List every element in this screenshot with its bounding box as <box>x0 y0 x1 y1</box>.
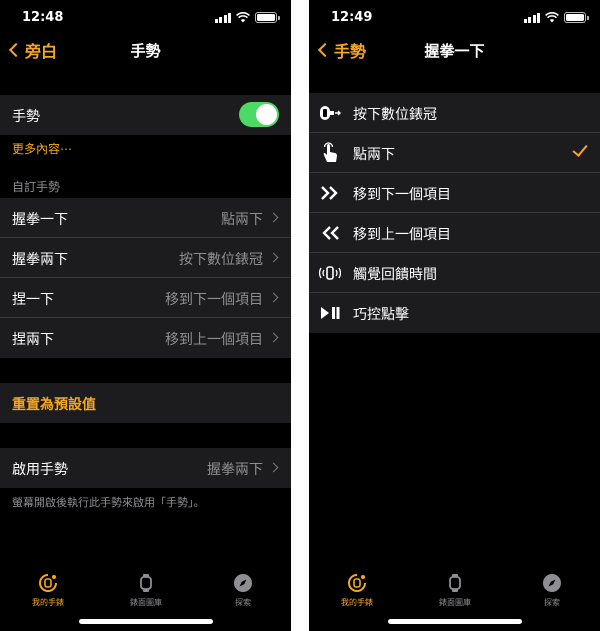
tab-face-gallery[interactable]: 錶面圖庫 <box>106 572 186 608</box>
option-next-item[interactable]: 移到下一個項目 <box>309 173 600 213</box>
enable-gesture-footnote: 螢幕開啟後執行此手勢來啟用「手勢」。 <box>12 496 205 509</box>
tab-label: 探索 <box>235 598 251 607</box>
chevron-right-icon <box>268 212 279 223</box>
back-button-label: 手勢 <box>334 42 367 61</box>
discover-icon <box>234 574 252 592</box>
enable-gesture-value: 握拳兩下 <box>207 462 263 478</box>
more-info-link[interactable]: 更多內容⋯ <box>12 140 72 157</box>
option-double-tap[interactable]: 點兩下 <box>309 133 600 173</box>
status-time: 12:49 <box>331 10 373 25</box>
checkmark-icon <box>572 141 588 157</box>
gestures-settings-screen: 12:48 旁白 手勢 手勢 更多內容⋯ 自訂手勢 握拳一下 點兩下 握拳兩下 … <box>0 0 291 631</box>
gesture-row-pinch-once[interactable]: 捏一下 移到下一個項目 <box>0 278 291 318</box>
gesture-label: 握拳兩下 <box>12 252 68 268</box>
tab-label: 錶面圖庫 <box>439 598 471 607</box>
back-button[interactable]: 旁白 <box>8 38 57 62</box>
navigation-bar: 旁白 手勢 <box>0 36 291 66</box>
navigation-bar: 手勢 握拳一下 <box>309 36 600 66</box>
chevron-right-icon <box>268 332 279 343</box>
custom-gestures-section-header: 自訂手勢 <box>12 180 61 194</box>
tab-label: 我的手錶 <box>32 598 64 607</box>
gesture-row-clench-twice[interactable]: 握拳兩下 按下數位錶冠 <box>0 238 291 278</box>
double-chevron-right-icon <box>319 183 341 203</box>
option-label: 巧控點擊 <box>353 307 409 323</box>
option-label: 按下數位錶冠 <box>353 107 437 123</box>
tab-label: 探索 <box>544 598 560 607</box>
double-chevron-left-icon <box>319 223 341 243</box>
wifi-icon <box>236 12 250 23</box>
digital-crown-icon <box>319 103 341 123</box>
enable-gesture-row[interactable]: 啟用手勢 握拳兩下 <box>0 448 291 488</box>
back-button-label: 旁白 <box>25 42 58 61</box>
tab-discover[interactable]: 探索 <box>203 572 283 608</box>
gesture-row-pinch-twice[interactable]: 捏兩下 移到上一個項目 <box>0 318 291 358</box>
tab-label: 我的手錶 <box>341 598 373 607</box>
my-watch-icon <box>348 574 366 592</box>
option-press-digital-crown[interactable]: 按下數位錶冠 <box>309 93 600 133</box>
gesture-value: 按下數位錶冠 <box>179 252 263 268</box>
gestures-toggle-row: 手勢 <box>0 95 291 135</box>
gesture-label: 捏兩下 <box>12 332 54 348</box>
chevron-left-icon <box>8 42 24 58</box>
face-gallery-icon <box>140 574 152 592</box>
cellular-signal-icon <box>523 13 540 23</box>
gesture-value: 移到上一個項目 <box>165 332 263 348</box>
back-button[interactable]: 手勢 <box>317 38 366 62</box>
enable-gesture-label: 啟用手勢 <box>12 462 68 478</box>
tab-my-watch[interactable]: 我的手錶 <box>8 572 88 608</box>
chevron-right-icon <box>268 292 279 303</box>
action-options-list: 按下數位錶冠 點兩下 移到下一個項目 移到上一個項目 觸覺回饋時間 巧控點擊 <box>309 93 600 333</box>
haptic-icon <box>319 263 341 283</box>
tab-discover[interactable]: 探索 <box>512 572 592 608</box>
play-pause-icon <box>319 303 341 323</box>
tab-label: 錶面圖庫 <box>130 598 162 607</box>
option-haptic-time[interactable]: 觸覺回饋時間 <box>309 253 600 293</box>
wifi-icon <box>545 12 559 23</box>
custom-gestures-list: 握拳一下 點兩下 握拳兩下 按下數位錶冠 捏一下 移到下一個項目 捏兩下 移到上… <box>0 198 291 358</box>
status-time: 12:48 <box>22 10 64 25</box>
gesture-value: 移到下一個項目 <box>165 292 263 308</box>
reset-to-defaults-button[interactable]: 重置為預設值 <box>0 383 291 423</box>
tap-hand-icon <box>319 142 341 163</box>
gesture-value: 點兩下 <box>221 212 263 228</box>
status-bar: 12:48 <box>0 0 291 36</box>
chevron-right-icon <box>268 252 279 263</box>
gesture-label: 握拳一下 <box>12 212 68 228</box>
option-label: 移到下一個項目 <box>353 187 451 203</box>
gesture-label: 捏一下 <box>12 292 54 308</box>
my-watch-icon <box>39 574 57 592</box>
home-indicator <box>78 619 213 624</box>
chevron-left-icon <box>317 42 333 58</box>
gesture-row-clench-once[interactable]: 握拳一下 點兩下 <box>0 198 291 238</box>
option-label: 觸覺回饋時間 <box>353 267 437 283</box>
status-icons <box>214 12 280 23</box>
gestures-toggle-switch[interactable] <box>239 102 279 127</box>
status-icons <box>523 12 589 23</box>
option-label: 點兩下 <box>353 147 395 163</box>
battery-icon <box>564 12 589 23</box>
option-quick-tap[interactable]: 巧控點擊 <box>309 293 600 333</box>
discover-icon <box>543 574 561 592</box>
gestures-toggle-label: 手勢 <box>12 109 40 125</box>
tab-my-watch[interactable]: 我的手錶 <box>317 572 397 608</box>
battery-icon <box>255 12 280 23</box>
face-gallery-icon <box>449 574 461 592</box>
option-label: 移到上一個項目 <box>353 227 451 243</box>
tab-face-gallery[interactable]: 錶面圖庫 <box>415 572 495 608</box>
home-indicator <box>387 619 522 624</box>
status-bar: 12:49 <box>309 0 600 36</box>
cellular-signal-icon <box>214 13 231 23</box>
clench-once-action-screen: 12:49 手勢 握拳一下 按下數位錶冠 點兩下 移到下一個項目 移到上一個項目… <box>309 0 600 631</box>
chevron-right-icon <box>268 462 279 473</box>
reset-label: 重置為預設值 <box>12 397 96 413</box>
option-previous-item[interactable]: 移到上一個項目 <box>309 213 600 253</box>
